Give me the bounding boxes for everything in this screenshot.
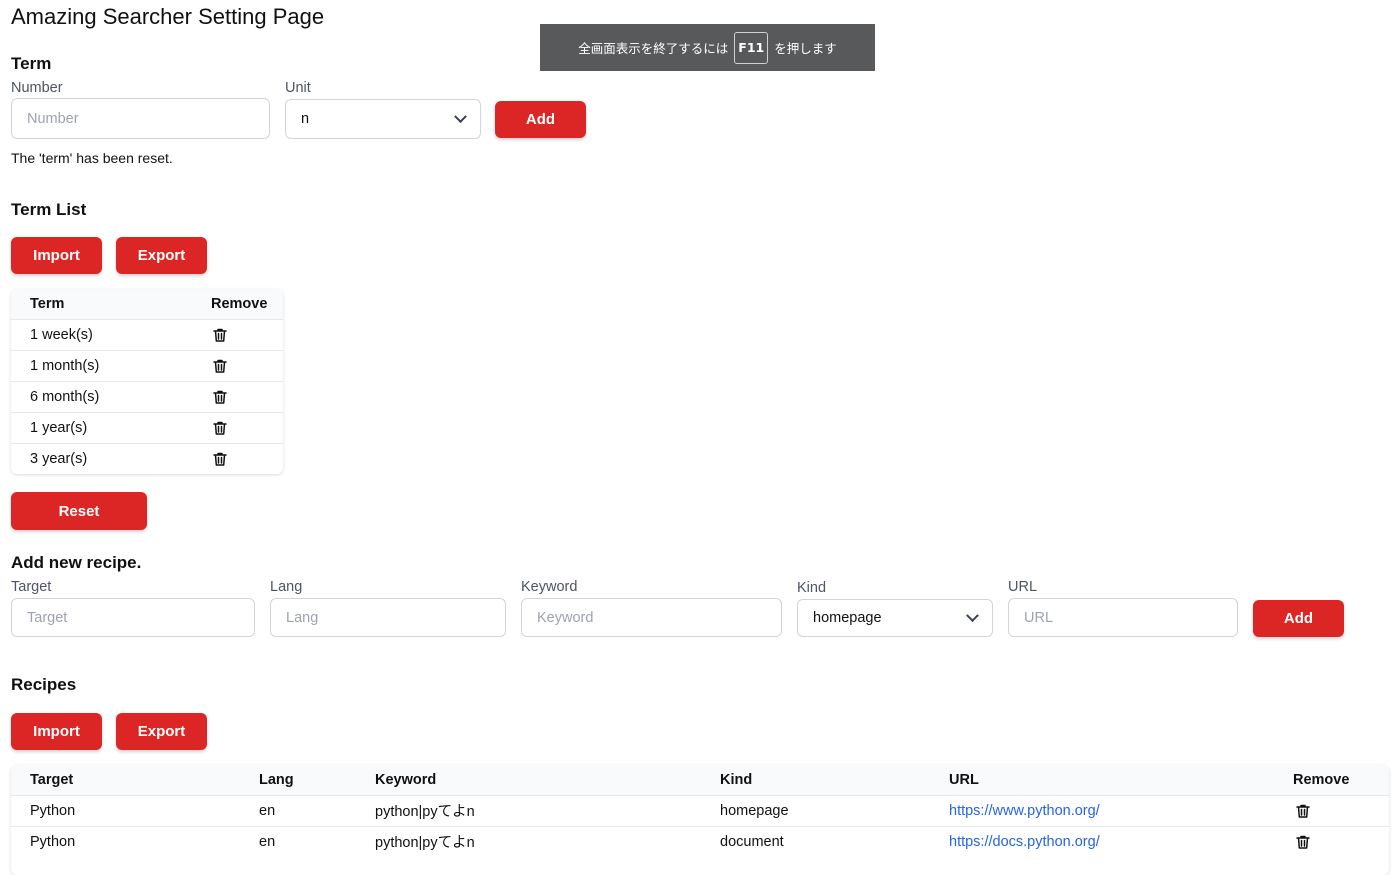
term-section-title: Term <box>11 54 52 73</box>
url-link[interactable]: https://docs.python.org/ <box>949 834 1100 850</box>
recipe-form-section-title: Add new recipe. <box>11 553 142 572</box>
url-label: URL <box>1008 579 1038 595</box>
unit-selected-value: n <box>301 111 310 127</box>
url-link[interactable]: https://www.python.org/ <box>949 803 1100 819</box>
table-row: 1 week(s) <box>11 318 283 350</box>
lang-cell: en <box>259 794 375 826</box>
recipes-export-button[interactable]: Export <box>116 713 207 750</box>
chevron-down-icon <box>454 109 467 123</box>
target-label: Target <box>11 579 52 595</box>
kind-label: Kind <box>797 580 827 596</box>
number-label: Number <box>11 80 63 96</box>
target-input[interactable] <box>11 598 255 637</box>
remove-cell <box>1293 825 1389 857</box>
trash-icon <box>1296 804 1310 818</box>
keyword-label: Keyword <box>521 579 578 595</box>
term-import-button[interactable]: Import <box>11 237 102 274</box>
column-header-keyword: Keyword <box>375 765 720 795</box>
table-row: Python en python|pyてよn document https://docs… <box>11 825 1389 857</box>
trash-icon <box>213 359 227 373</box>
keyword-input[interactable] <box>521 598 782 637</box>
add-term-button[interactable]: Add <box>495 101 586 138</box>
target-cell: Python <box>11 825 259 857</box>
number-input[interactable] <box>11 98 270 139</box>
fullscreen-toast: 全画面表示を終了するには F11 を押します <box>540 24 875 71</box>
term-status-message: The 'term' has been reset. <box>11 150 173 166</box>
remove-cell <box>211 380 283 412</box>
column-header-url: URL <box>949 765 1293 795</box>
url-cell: https://www.python.org/ <box>949 794 1293 826</box>
toast-key: F11 <box>734 31 769 64</box>
trash-icon <box>213 328 227 342</box>
term-cell: 1 week(s) <box>11 318 211 350</box>
table-row: Python en python|pyてよn homepage https://www.… <box>11 794 1389 826</box>
lang-cell: en <box>259 825 375 857</box>
trash-icon <box>213 390 227 404</box>
kind-cell: document <box>720 825 949 857</box>
toast-text-after: を押します <box>774 41 837 56</box>
column-header-lang: Lang <box>259 765 375 795</box>
page-title: Amazing Searcher Setting Page <box>11 4 325 29</box>
lang-input[interactable] <box>270 598 506 637</box>
table-row: 3 year(s) <box>11 442 283 474</box>
remove-term-button[interactable] <box>212 326 228 342</box>
remove-recipe-button[interactable] <box>1295 834 1311 850</box>
url-input[interactable] <box>1008 598 1238 637</box>
table-row: 1 year(s) <box>11 411 283 443</box>
remove-cell <box>1293 794 1389 826</box>
trash-icon <box>1296 835 1310 849</box>
remove-term-button[interactable] <box>212 357 228 373</box>
column-header-remove: Remove <box>211 289 283 319</box>
column-header-term: Term <box>11 289 211 319</box>
table-row: 6 month(s) <box>11 380 283 412</box>
trash-icon <box>213 452 227 466</box>
column-header-remove: Remove <box>1293 765 1389 795</box>
chevron-down-icon <box>966 608 979 622</box>
recipes-import-button[interactable]: Import <box>11 713 102 750</box>
kind-selected-value: homepage <box>813 610 882 626</box>
table-row: 1 month(s) <box>11 349 283 381</box>
unit-select[interactable]: n <box>285 99 481 139</box>
remove-cell <box>211 318 283 350</box>
recipes-section-title: Recipes <box>11 675 77 694</box>
remove-cell <box>211 349 283 381</box>
keyword-cell: python|pyてよn <box>375 825 720 857</box>
remove-term-button[interactable] <box>212 451 228 467</box>
term-export-button[interactable]: Export <box>116 237 207 274</box>
column-header-kind: Kind <box>720 765 949 795</box>
reset-terms-button[interactable]: Reset <box>11 492 147 530</box>
target-cell: Python <box>11 794 259 826</box>
lang-label: Lang <box>270 579 303 595</box>
kind-cell: homepage <box>720 794 949 826</box>
remove-cell <box>211 411 283 443</box>
term-cell: 1 year(s) <box>11 411 211 443</box>
term-list-section-title: Term List <box>11 200 87 219</box>
url-cell: https://docs.python.org/ <box>949 825 1293 857</box>
column-header-target: Target <box>11 765 259 795</box>
keyword-cell: python|pyてよn <box>375 794 720 826</box>
toast-text-before: 全画面表示を終了するには <box>578 41 729 56</box>
term-cell: 6 month(s) <box>11 380 211 412</box>
table-header-row: Target Lang Keyword Kind URL Remove <box>11 765 1389 795</box>
kind-select[interactable]: homepage <box>797 599 993 637</box>
remove-term-button[interactable] <box>212 388 228 404</box>
recipes-table: Target Lang Keyword Kind URL Remove Pyth… <box>11 765 1389 875</box>
term-list-table: Term Remove 1 week(s) 1 month(s) 6 month(s… <box>11 289 283 474</box>
remove-cell <box>211 442 283 474</box>
trash-icon <box>213 421 227 435</box>
table-header-row: Term Remove <box>11 289 283 319</box>
term-cell: 1 month(s) <box>11 349 211 381</box>
add-recipe-button[interactable]: Add <box>1253 600 1344 637</box>
term-cell: 3 year(s) <box>11 442 211 474</box>
unit-label: Unit <box>285 80 311 96</box>
remove-term-button[interactable] <box>212 419 228 435</box>
remove-recipe-button[interactable] <box>1295 802 1311 818</box>
